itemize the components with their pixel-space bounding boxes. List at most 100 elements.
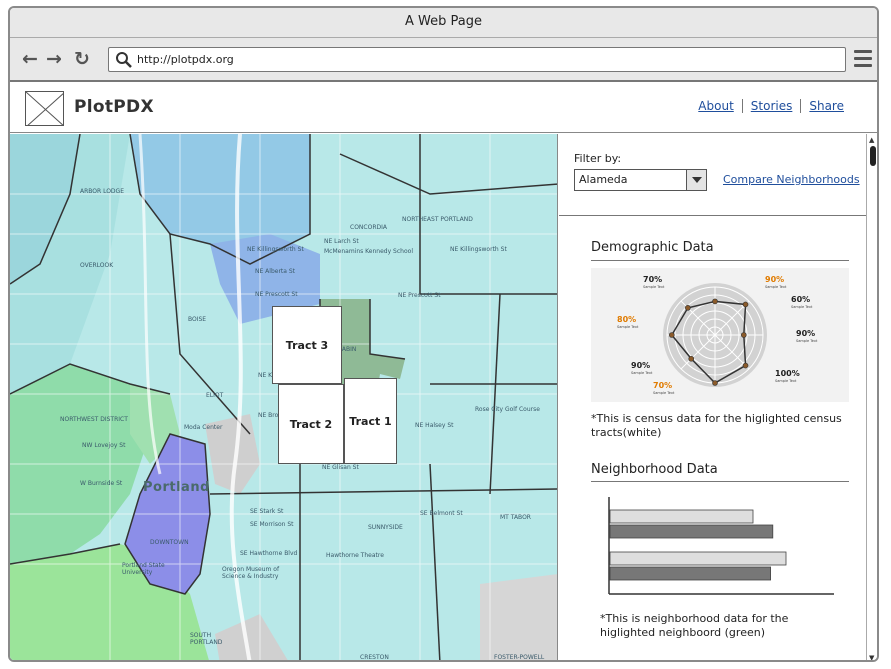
map-label: NE Alberta St <box>255 268 296 275</box>
nav-about-link[interactable]: About <box>690 99 741 113</box>
nav-stories-link[interactable]: Stories <box>741 99 801 113</box>
map-label: ARBOR LODGE <box>80 188 124 195</box>
neighborhood-title: Neighborhood Data <box>591 462 718 477</box>
demographic-radar-chart: 70% Sample Text 90% Sample Text 60% Sample Te… <box>591 268 849 402</box>
divider <box>591 260 849 261</box>
scroll-up-icon[interactable]: ▲ <box>869 136 874 144</box>
neighborhood-select-value: Alameda <box>579 173 628 186</box>
radar-point <box>742 362 749 369</box>
forward-icon[interactable]: → <box>44 49 64 69</box>
radar-sub-label: Sample Text <box>631 371 653 375</box>
scroll-thumb[interactable] <box>870 146 876 166</box>
radar-point <box>712 380 718 386</box>
map-label: SE Belmont St <box>420 510 463 517</box>
map-label: SE Morrison St <box>250 521 294 528</box>
map-label: NE Glisan St <box>322 464 359 471</box>
radar-value-label: 60% <box>791 295 810 304</box>
map-label: NORTHEAST PORTLAND <box>402 216 473 223</box>
map-label: Rose City Golf Course <box>475 406 540 413</box>
bar <box>609 524 774 539</box>
map-city-label: Portland <box>143 480 210 495</box>
map-label: NE Killingsworth St <box>450 246 507 253</box>
neighborhood-bar-chart <box>608 497 834 595</box>
browser-window: A Web Page ← → ↻ PlotPDX About Stories S… <box>8 6 879 662</box>
map-label: CONCORDIA <box>350 224 387 231</box>
site-brand: PlotPDX <box>74 97 154 117</box>
map-label: NE Prescott St <box>398 292 441 299</box>
tract-1[interactable]: Tract 1 <box>344 378 397 464</box>
neighborhood-note: *This is neighborhood data for the higli… <box>600 612 789 639</box>
map-label: NE Halsey St <box>415 422 454 429</box>
bar <box>609 509 754 524</box>
radar-sub-label: Sample Text <box>653 391 675 395</box>
map-view[interactable]: ARBOR LODGE OVERLOOK NE Killingsworth St… <box>10 134 558 661</box>
radar-sub-label: Sample Text <box>617 325 639 329</box>
map-label: SE Hawthorne Blvd <box>240 550 298 557</box>
menu-icon[interactable] <box>854 50 872 68</box>
radar-value-label: 70% <box>643 275 662 284</box>
bar <box>609 551 787 566</box>
window-title: A Web Page <box>10 8 877 38</box>
address-bar[interactable] <box>108 47 846 72</box>
url-input[interactable] <box>137 50 827 69</box>
radar-point <box>741 332 747 338</box>
site-header: PlotPDX About Stories Share <box>10 82 877 133</box>
radar-point <box>685 305 691 311</box>
radar-sub-label: Sample Text <box>765 285 787 289</box>
map-label: NE Prescott St <box>255 291 298 298</box>
divider <box>591 481 849 482</box>
divider <box>559 215 866 216</box>
map-label: W Burnside St <box>80 480 123 487</box>
demographic-note: *This is census data for the higlighted … <box>591 412 842 439</box>
map-label: NORTHWEST DISTRICT <box>60 416 128 423</box>
map-label: NW Lovejoy St <box>82 442 126 449</box>
compare-neighborhoods-link[interactable]: Compare Neighborhoods <box>723 173 860 186</box>
radar-value-label: 90% <box>765 275 784 284</box>
map-label: FOSTER-POWELL <box>494 654 545 661</box>
map-label: SE Stark St <box>250 508 284 515</box>
map-label: OVERLOOK <box>80 262 114 269</box>
map-label: BOISE <box>188 316 207 323</box>
back-icon[interactable]: ← <box>20 49 40 69</box>
radar-point <box>688 355 695 362</box>
tract-2[interactable]: Tract 2 <box>278 384 344 464</box>
map-label: McMenamins Kennedy School <box>324 248 413 255</box>
map-label: DOWNTOWN <box>150 539 189 546</box>
radar-value-label: 90% <box>631 361 650 370</box>
radar-sub-label: Sample Text <box>643 285 665 289</box>
radar-sub-label: Sample Text <box>791 305 813 309</box>
radar-value-label: 70% <box>653 381 672 390</box>
map-label: NE Larch St <box>324 238 359 245</box>
map-label: SOUTH PORTLAND <box>190 632 223 646</box>
neighborhood-select[interactable]: Alameda <box>574 169 707 191</box>
map-label: CRESTON <box>360 654 389 661</box>
map-label: NE Killingsworth St <box>247 246 304 253</box>
radar-sub-label: Sample Text <box>796 339 818 343</box>
radar-value-label: 90% <box>796 329 815 338</box>
info-sidebar: Filter by: Alameda Compare Neighborhoods… <box>559 134 866 660</box>
map-label: Hawthorne Theatre <box>326 552 384 559</box>
map-label: ELIOT <box>206 392 224 399</box>
logo-placeholder-icon <box>25 91 64 126</box>
demographic-title: Demographic Data <box>591 240 714 255</box>
map-label: Oregon Museum of Science & Industry <box>222 566 280 580</box>
radar-point <box>742 301 749 308</box>
bar <box>609 566 772 581</box>
nav-share-link[interactable]: Share <box>800 99 852 113</box>
map-label: Portland State University <box>122 562 165 576</box>
tract-3[interactable]: Tract 3 <box>272 306 342 384</box>
scroll-down-icon[interactable]: ▼ <box>869 654 874 660</box>
radar-value-label: 80% <box>617 315 636 324</box>
radar-point <box>669 332 675 338</box>
search-icon <box>116 52 132 68</box>
radar-point <box>712 298 718 305</box>
filter-label: Filter by: <box>574 152 622 165</box>
radar-svg: 70%Sample Text90%Sample Text60%Sample Te… <box>617 275 818 395</box>
sidebar-scrollbar[interactable]: ▲ ▼ <box>866 134 877 660</box>
browser-toolbar: ← → ↻ <box>10 38 877 82</box>
chevron-down-icon[interactable] <box>686 170 706 190</box>
radar-value-label: 100% <box>775 369 800 378</box>
radar-sub-label: Sample Text <box>775 379 797 383</box>
reload-icon[interactable]: ↻ <box>72 49 92 69</box>
map-label: Moda Center <box>184 424 223 431</box>
